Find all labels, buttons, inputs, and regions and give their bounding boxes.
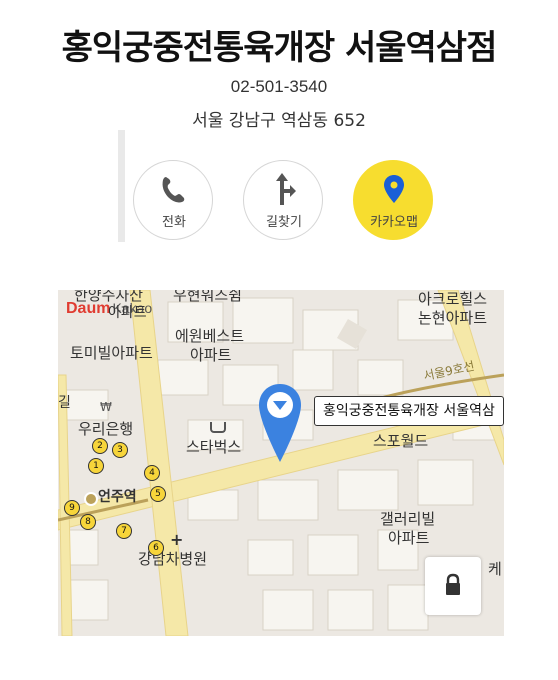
phone-icon <box>162 177 185 203</box>
map-label-edge-gil: 길 <box>58 395 71 411</box>
hospital-icon: + <box>170 530 184 549</box>
exit-badge: 5 <box>150 486 166 502</box>
kakaomap-button[interactable]: 카카오맵 <box>353 160 433 240</box>
call-label: 전화 <box>162 215 186 230</box>
exit-badge: 9 <box>64 500 80 516</box>
map-lock-button[interactable] <box>425 557 481 615</box>
divider <box>118 130 125 242</box>
coffee-icon <box>210 422 226 433</box>
marker-callout[interactable]: 홍익궁중전통육개장 서울역삼 <box>314 396 504 426</box>
map-label-uhyeon: 우현워즈쉼 <box>173 290 243 304</box>
kakaomap-label: 카카오맵 <box>370 215 418 230</box>
directions-button[interactable]: 길찾기 <box>243 160 323 240</box>
exit-badge: 2 <box>92 438 108 454</box>
bank-icon: ₩ <box>100 400 112 414</box>
marker-callout-label: 홍익궁중전통육개장 서울역삼 <box>323 403 495 419</box>
location-marker-icon[interactable] <box>256 382 304 464</box>
directions-icon <box>276 173 296 205</box>
exit-badge: 7 <box>116 523 132 539</box>
map-label-station: 언주역 <box>98 489 137 505</box>
exit-badge: 8 <box>80 514 96 530</box>
map-pin-icon <box>384 175 404 203</box>
map-label-gallery: 갤러리빌 <box>380 510 436 528</box>
place-address: 서울 강남구 역삼동 652 <box>192 111 366 131</box>
map-label-sportworld: 스포월드 <box>373 432 429 450</box>
directions-label: 길찾기 <box>266 215 302 230</box>
map-label-apt-suffix: 아파트 <box>108 305 147 321</box>
exit-badge: 1 <box>88 458 104 474</box>
place-title: 홍익궁중전통육개장 서울역삼점 <box>61 28 498 68</box>
map-label-edge-ke: 케 <box>488 560 502 578</box>
exit-badge: 4 <box>144 465 160 481</box>
map-label-starbucks: 스타벅스 <box>186 438 242 456</box>
exit-badge: 3 <box>112 442 128 458</box>
map-label-ewon-apt: 아파트 <box>190 346 232 364</box>
station-marker <box>84 492 98 506</box>
map-label-tomibil: 토미빌아파트 <box>70 344 153 362</box>
map-label-gallery-apt: 아파트 <box>388 529 430 547</box>
call-button[interactable]: 전화 <box>133 160 213 240</box>
map-label-bank: 우리은행 <box>78 420 134 438</box>
map-label-ewon: 에원베스트 <box>175 327 245 345</box>
exit-badge: 6 <box>148 540 164 556</box>
lock-icon <box>446 573 460 595</box>
map-label-nonhyeon: 논현아파트 <box>418 309 488 327</box>
place-phone[interactable]: 02-501-3540 <box>0 77 558 97</box>
